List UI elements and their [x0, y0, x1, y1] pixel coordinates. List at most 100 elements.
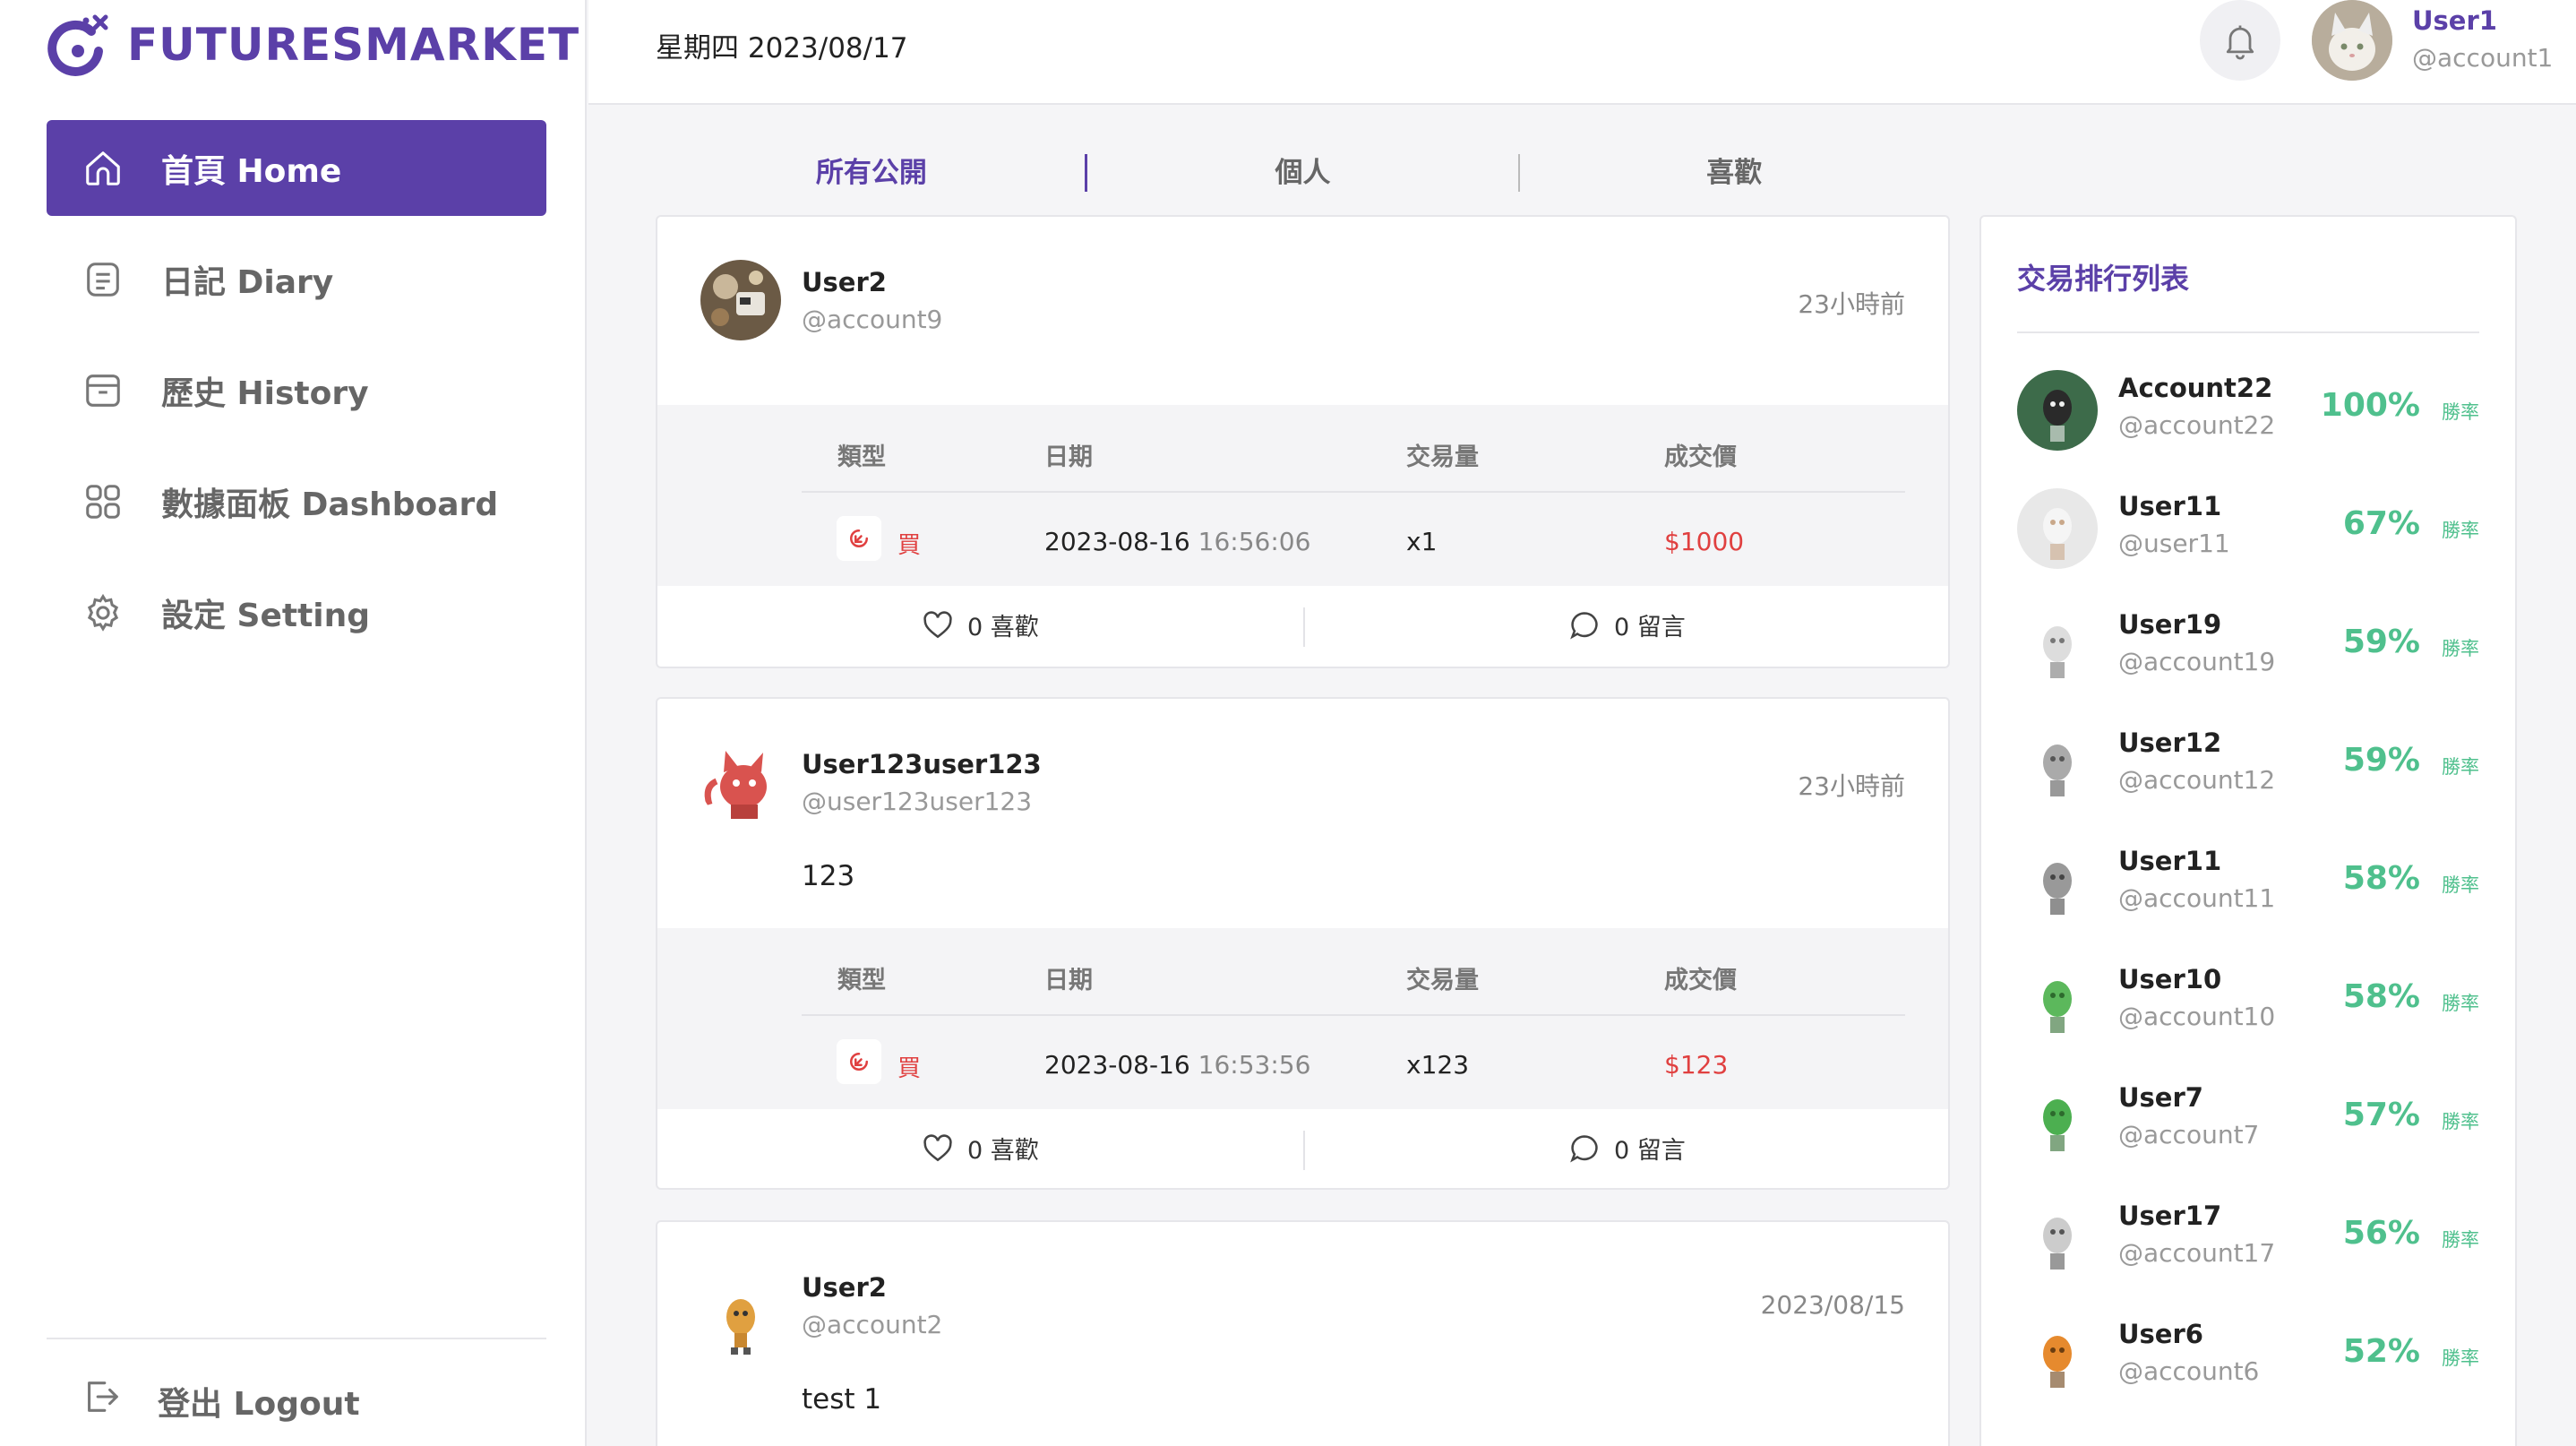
ranking-row[interactable]: User11 @account11 58% 勝率 [2017, 839, 2479, 928]
post-text: 123 [802, 860, 855, 892]
trade-divider [802, 491, 1905, 493]
ranking-user-name: User11 [2118, 491, 2222, 521]
ranking-row[interactable]: User6 @account6 52% 勝率 [2017, 1312, 2479, 1401]
sidebar-item-label: 首頁 Home [161, 152, 342, 190]
ranking-user-handle: @account17 [2118, 1238, 2276, 1268]
post-user-handle: @account2 [802, 1310, 943, 1339]
top-header: 星期四 2023/08/17 User1 @account1 [588, 0, 2576, 105]
like-button[interactable]: 0 喜歡 [921, 1131, 1039, 1166]
avatar[interactable] [2017, 607, 2098, 687]
ranking-user-handle: @account19 [2118, 647, 2276, 676]
comment-icon [1570, 611, 1598, 640]
ranking-user-name: Account22 [2118, 373, 2273, 403]
sidebar-item-label: 歷史 History [161, 374, 369, 412]
win-rate: 56% [2342, 1215, 2420, 1252]
avatar[interactable] [2017, 843, 2098, 924]
brand-name: FUTURESMARKET [127, 19, 580, 71]
ranking-row[interactable]: User10 @account10 58% 勝率 [2017, 957, 2479, 1046]
ranking-user-name: User11 [2118, 846, 2222, 876]
trade-table: 類型 日期 交易量 成交價 買 2023-08-16 16:56:06 x1 $… [657, 405, 1948, 586]
trade-date: 2023-08-16 [1044, 1050, 1190, 1080]
home-icon [81, 146, 125, 191]
trade-header-type: 類型 [837, 967, 886, 994]
avatar[interactable] [2017, 725, 2098, 805]
comment-button[interactable]: 0 留言 [1567, 607, 1686, 642]
avatar[interactable] [700, 1283, 781, 1364]
sidebar-divider [47, 1338, 546, 1339]
logout-button[interactable]: 登出 Logout [47, 1353, 546, 1446]
post-card: User2 @account9 23小時前 類型 日期 交易量 成交價 買 20… [656, 215, 1950, 668]
ranking-user-name: User19 [2118, 609, 2222, 640]
avatar[interactable] [2017, 1198, 2098, 1278]
trade-datetime: 2023-08-16 16:53:56 [1044, 1050, 1310, 1080]
tab-divider [1085, 154, 1087, 192]
avatar[interactable] [2017, 1080, 2098, 1160]
tab-public[interactable]: 所有公開 [656, 151, 1087, 195]
trade-table: 類型 日期 交易量 成交價 買 2023-08-16 16:53:56 x123… [657, 928, 1948, 1109]
post-time: 23小時前 [1798, 289, 1905, 319]
win-rate: 57% [2342, 1097, 2420, 1133]
ranking-user-handle: @account10 [2118, 1002, 2276, 1031]
comment-icon [1570, 1134, 1598, 1163]
win-rate-label: 勝率 [2442, 1111, 2479, 1132]
post-user-name[interactable]: User123user123 [802, 749, 1042, 779]
user-handle: @account1 [2412, 43, 2554, 73]
sidebar-item-diary[interactable]: 日記 Diary [47, 231, 546, 327]
ranking-row[interactable]: User17 @account17 56% 勝率 [2017, 1193, 2479, 1283]
ranking-user-name: User17 [2118, 1201, 2222, 1231]
post-actions: 0 喜歡 0 留言 [657, 1109, 1948, 1188]
logo-icon [45, 12, 111, 78]
tab-divider [1518, 154, 1520, 192]
action-divider [1303, 1131, 1305, 1170]
post-card: User2 @account2 2023/08/15 test 1 [656, 1220, 1950, 1446]
trade-date: 2023-08-16 [1044, 527, 1190, 556]
avatar[interactable] [2312, 0, 2392, 81]
tab-personal[interactable]: 個人 [1087, 151, 1519, 195]
sidebar-item-history[interactable]: 歷史 History [47, 342, 546, 438]
history-icon [81, 368, 125, 413]
trade-header-price: 成交價 [1664, 967, 1737, 994]
comment-button[interactable]: 0 留言 [1567, 1131, 1686, 1166]
post-user-name[interactable]: User2 [802, 267, 887, 297]
win-rate-label: 勝率 [2442, 401, 2479, 423]
post-user-handle: @user123user123 [802, 787, 1033, 816]
win-rate-label: 勝率 [2442, 520, 2479, 541]
sidebar-item-setting[interactable]: 設定 Setting [47, 564, 546, 660]
avatar[interactable] [700, 742, 781, 822]
ranking-user-handle: @user11 [2118, 529, 2230, 558]
tab-likes[interactable]: 喜歡 [1518, 151, 1950, 195]
trade-header-volume: 交易量 [1406, 967, 1479, 994]
win-rate: 59% [2342, 624, 2420, 660]
brand-logo[interactable]: FUTURESMARKET [45, 9, 580, 81]
avatar[interactable] [2017, 961, 2098, 1042]
like-count: 0 喜歡 [967, 1137, 1039, 1165]
ranking-row[interactable]: User19 @account19 59% 勝率 [2017, 602, 2479, 692]
avatar[interactable] [2017, 488, 2098, 569]
current-date: 星期四 2023/08/17 [656, 32, 908, 65]
avatar[interactable] [2017, 370, 2098, 451]
post-text: test 1 [802, 1383, 882, 1416]
ranking-user-name: User7 [2118, 1082, 2203, 1113]
ranking-row[interactable]: User11 @user11 67% 勝率 [2017, 484, 2479, 573]
post-user-name[interactable]: User2 [802, 1272, 887, 1303]
like-button[interactable]: 0 喜歡 [921, 607, 1039, 642]
win-rate-label: 勝率 [2442, 993, 2479, 1014]
buy-icon [837, 516, 881, 561]
heart-icon [923, 1133, 952, 1161]
trade-volume: x123 [1406, 1050, 1470, 1080]
post-card: User123user123 @user123user123 23小時前 123… [656, 697, 1950, 1190]
trade-type: 買 [897, 532, 922, 559]
ranking-row[interactable]: User7 @account7 57% 勝率 [2017, 1075, 2479, 1165]
win-rate: 67% [2342, 505, 2420, 542]
sidebar-item-home[interactable]: 首頁 Home [47, 120, 546, 216]
dashboard-icon [81, 479, 125, 524]
trade-header-date: 日期 [1044, 443, 1093, 471]
trade-time: 16:53:56 [1198, 1050, 1311, 1080]
avatar[interactable] [2017, 1316, 2098, 1397]
sidebar-item-dashboard[interactable]: 數據面板 Dashboard [47, 453, 546, 549]
ranking-row[interactable]: Account22 @account22 100% 勝率 [2017, 366, 2479, 455]
sidebar-item-label: 日記 Diary [161, 263, 334, 301]
notification-button[interactable] [2200, 0, 2280, 81]
ranking-row[interactable]: User12 @account12 59% 勝率 [2017, 720, 2479, 810]
avatar[interactable] [700, 260, 781, 340]
